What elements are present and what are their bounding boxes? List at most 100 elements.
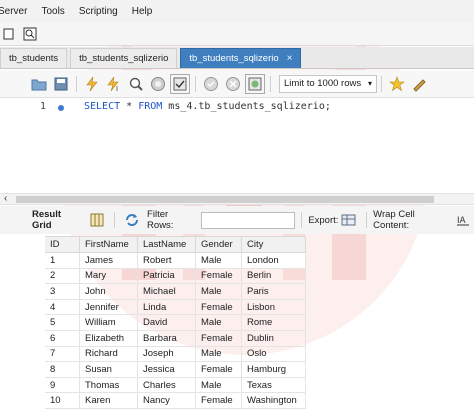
- cell-city[interactable]: Washington: [241, 392, 306, 409]
- result-grid-label[interactable]: Result Grid: [32, 209, 83, 231]
- editor-horizontal-scrollbar[interactable]: ‹: [0, 193, 474, 205]
- cell-gender[interactable]: Male: [195, 345, 242, 363]
- sql-editor[interactable]: 1 SELECT * FROM ms_4.tb_students_sqlizer…: [0, 98, 474, 193]
- cell-city[interactable]: Hamburg: [241, 361, 306, 378]
- beautify-star-icon[interactable]: [388, 75, 406, 93]
- commit-icon[interactable]: [202, 75, 220, 93]
- cell-id[interactable]: 3: [44, 283, 80, 300]
- table-row[interactable]: 2 Mary Patricia Female Berlin: [22, 267, 306, 285]
- stop-icon[interactable]: [149, 75, 167, 93]
- cell-lastname[interactable]: Barbara: [137, 329, 196, 347]
- cell-firstname[interactable]: Jennifer: [79, 298, 138, 316]
- cell-lastname[interactable]: Charles: [137, 376, 196, 394]
- menu-server[interactable]: Server: [0, 6, 35, 17]
- inspect-icon[interactable]: [22, 26, 38, 42]
- sql-icon[interactable]: [2, 26, 18, 42]
- cell-city[interactable]: Rome: [241, 314, 306, 331]
- grid-view-icon[interactable]: [89, 211, 107, 229]
- filter-rows-input[interactable]: [200, 211, 296, 229]
- scroll-left-arrow-icon[interactable]: ‹: [4, 193, 7, 204]
- cell-firstname[interactable]: William: [79, 314, 138, 331]
- table-row[interactable]: 5 William David Male Rome: [22, 314, 306, 331]
- export-icon[interactable]: [340, 211, 358, 229]
- open-folder-icon[interactable]: [30, 75, 48, 93]
- cell-lastname[interactable]: Patricia: [137, 267, 196, 285]
- execute-lightning-icon[interactable]: [83, 75, 101, 93]
- column-header-id[interactable]: ID: [44, 236, 80, 253]
- cell-lastname[interactable]: Robert: [137, 252, 196, 269]
- column-header-gender[interactable]: Gender: [195, 236, 242, 253]
- cell-gender[interactable]: Male: [195, 314, 242, 331]
- cell-gender[interactable]: Female: [195, 267, 242, 285]
- cell-city[interactable]: Berlin: [241, 267, 306, 285]
- refresh-icon[interactable]: [123, 211, 141, 229]
- cell-lastname[interactable]: Jessica: [137, 361, 196, 378]
- cell-id[interactable]: 9: [44, 376, 80, 394]
- autocommit-icon[interactable]: [245, 73, 265, 94]
- cell-lastname[interactable]: Joseph: [137, 345, 196, 363]
- row-header[interactable]: [22, 361, 45, 378]
- cell-firstname[interactable]: Susan: [79, 361, 138, 378]
- scroll-thumb[interactable]: [16, 196, 434, 203]
- row-header[interactable]: [22, 345, 45, 363]
- cell-id[interactable]: 7: [44, 345, 80, 363]
- cell-gender[interactable]: Female: [195, 392, 242, 409]
- cell-gender[interactable]: Female: [195, 298, 242, 316]
- table-row[interactable]: 7 Richard Joseph Male Oslo: [22, 345, 306, 363]
- cell-city[interactable]: Oslo: [241, 345, 306, 363]
- save-icon[interactable]: [52, 75, 70, 93]
- cell-firstname[interactable]: Elizabeth: [79, 329, 138, 347]
- cell-city[interactable]: Lisbon: [241, 298, 306, 316]
- cell-id[interactable]: 4: [44, 298, 80, 316]
- cell-firstname[interactable]: John: [79, 283, 138, 300]
- cell-city[interactable]: Texas: [241, 376, 306, 394]
- row-header[interactable]: [22, 298, 45, 316]
- cell-gender[interactable]: Female: [195, 329, 242, 347]
- cell-city[interactable]: Paris: [241, 283, 306, 300]
- menu-tools[interactable]: Tools: [35, 6, 72, 17]
- cell-lastname[interactable]: David: [137, 314, 196, 331]
- cell-gender[interactable]: Male: [195, 376, 242, 394]
- cell-lastname[interactable]: Linda: [137, 298, 196, 316]
- table-row[interactable]: 3 John Michael Male Paris: [22, 283, 306, 300]
- row-header[interactable]: [22, 252, 45, 269]
- cell-firstname[interactable]: Thomas: [79, 376, 138, 394]
- cell-id[interactable]: 1: [44, 252, 80, 269]
- cell-firstname[interactable]: Karen: [79, 392, 138, 409]
- row-header[interactable]: [22, 314, 45, 331]
- column-header-city[interactable]: City: [241, 236, 306, 253]
- cell-id[interactable]: 5: [44, 314, 80, 331]
- tab-tb-students-sqlizerio-1[interactable]: tb_students_sqlizerio: [70, 48, 178, 68]
- explain-magnifier-icon[interactable]: [127, 75, 145, 93]
- tab-tb-students-sqlizerio-2[interactable]: tb_students_sqlizerio ×: [180, 48, 302, 68]
- cell-gender[interactable]: Female: [195, 361, 242, 378]
- table-row[interactable]: 6 Elizabeth Barbara Female Dublin: [22, 329, 306, 347]
- column-header-firstname[interactable]: FirstName: [79, 236, 138, 253]
- cell-id[interactable]: 8: [44, 361, 80, 378]
- row-header[interactable]: [22, 283, 45, 300]
- cell-city[interactable]: Dublin: [241, 329, 306, 347]
- cell-city[interactable]: London: [241, 252, 306, 269]
- table-row[interactable]: 4 Jennifer Linda Female Lisbon: [22, 298, 306, 316]
- cell-id[interactable]: 10: [44, 392, 80, 409]
- cell-gender[interactable]: Male: [195, 283, 242, 300]
- table-row[interactable]: 9 Thomas Charles Male Texas: [22, 376, 306, 394]
- execute-current-icon[interactable]: I: [105, 75, 123, 93]
- code-line[interactable]: SELECT * FROM ms_4.tb_students_sqlizerio…: [84, 101, 331, 112]
- row-header[interactable]: [22, 329, 45, 347]
- tab-tb-students[interactable]: tb_students: [0, 48, 68, 68]
- cell-id[interactable]: 6: [44, 329, 80, 347]
- cell-firstname[interactable]: Mary: [79, 267, 138, 285]
- cell-id[interactable]: 2: [44, 267, 80, 285]
- cell-firstname[interactable]: Richard: [79, 345, 138, 363]
- rollback-icon[interactable]: [224, 75, 242, 93]
- limit-rows-select[interactable]: Limit to 1000 rows ▾: [279, 74, 377, 93]
- table-row[interactable]: 1 James Robert Male London: [22, 252, 306, 269]
- toggle-continue-icon[interactable]: [170, 73, 190, 94]
- cell-lastname[interactable]: Nancy: [137, 392, 196, 409]
- row-header[interactable]: [22, 267, 45, 285]
- row-header[interactable]: [22, 376, 45, 394]
- close-icon[interactable]: ×: [287, 53, 293, 64]
- table-row[interactable]: 10 Karen Nancy Female Washington: [22, 392, 306, 409]
- find-replace-icon[interactable]: [410, 75, 428, 93]
